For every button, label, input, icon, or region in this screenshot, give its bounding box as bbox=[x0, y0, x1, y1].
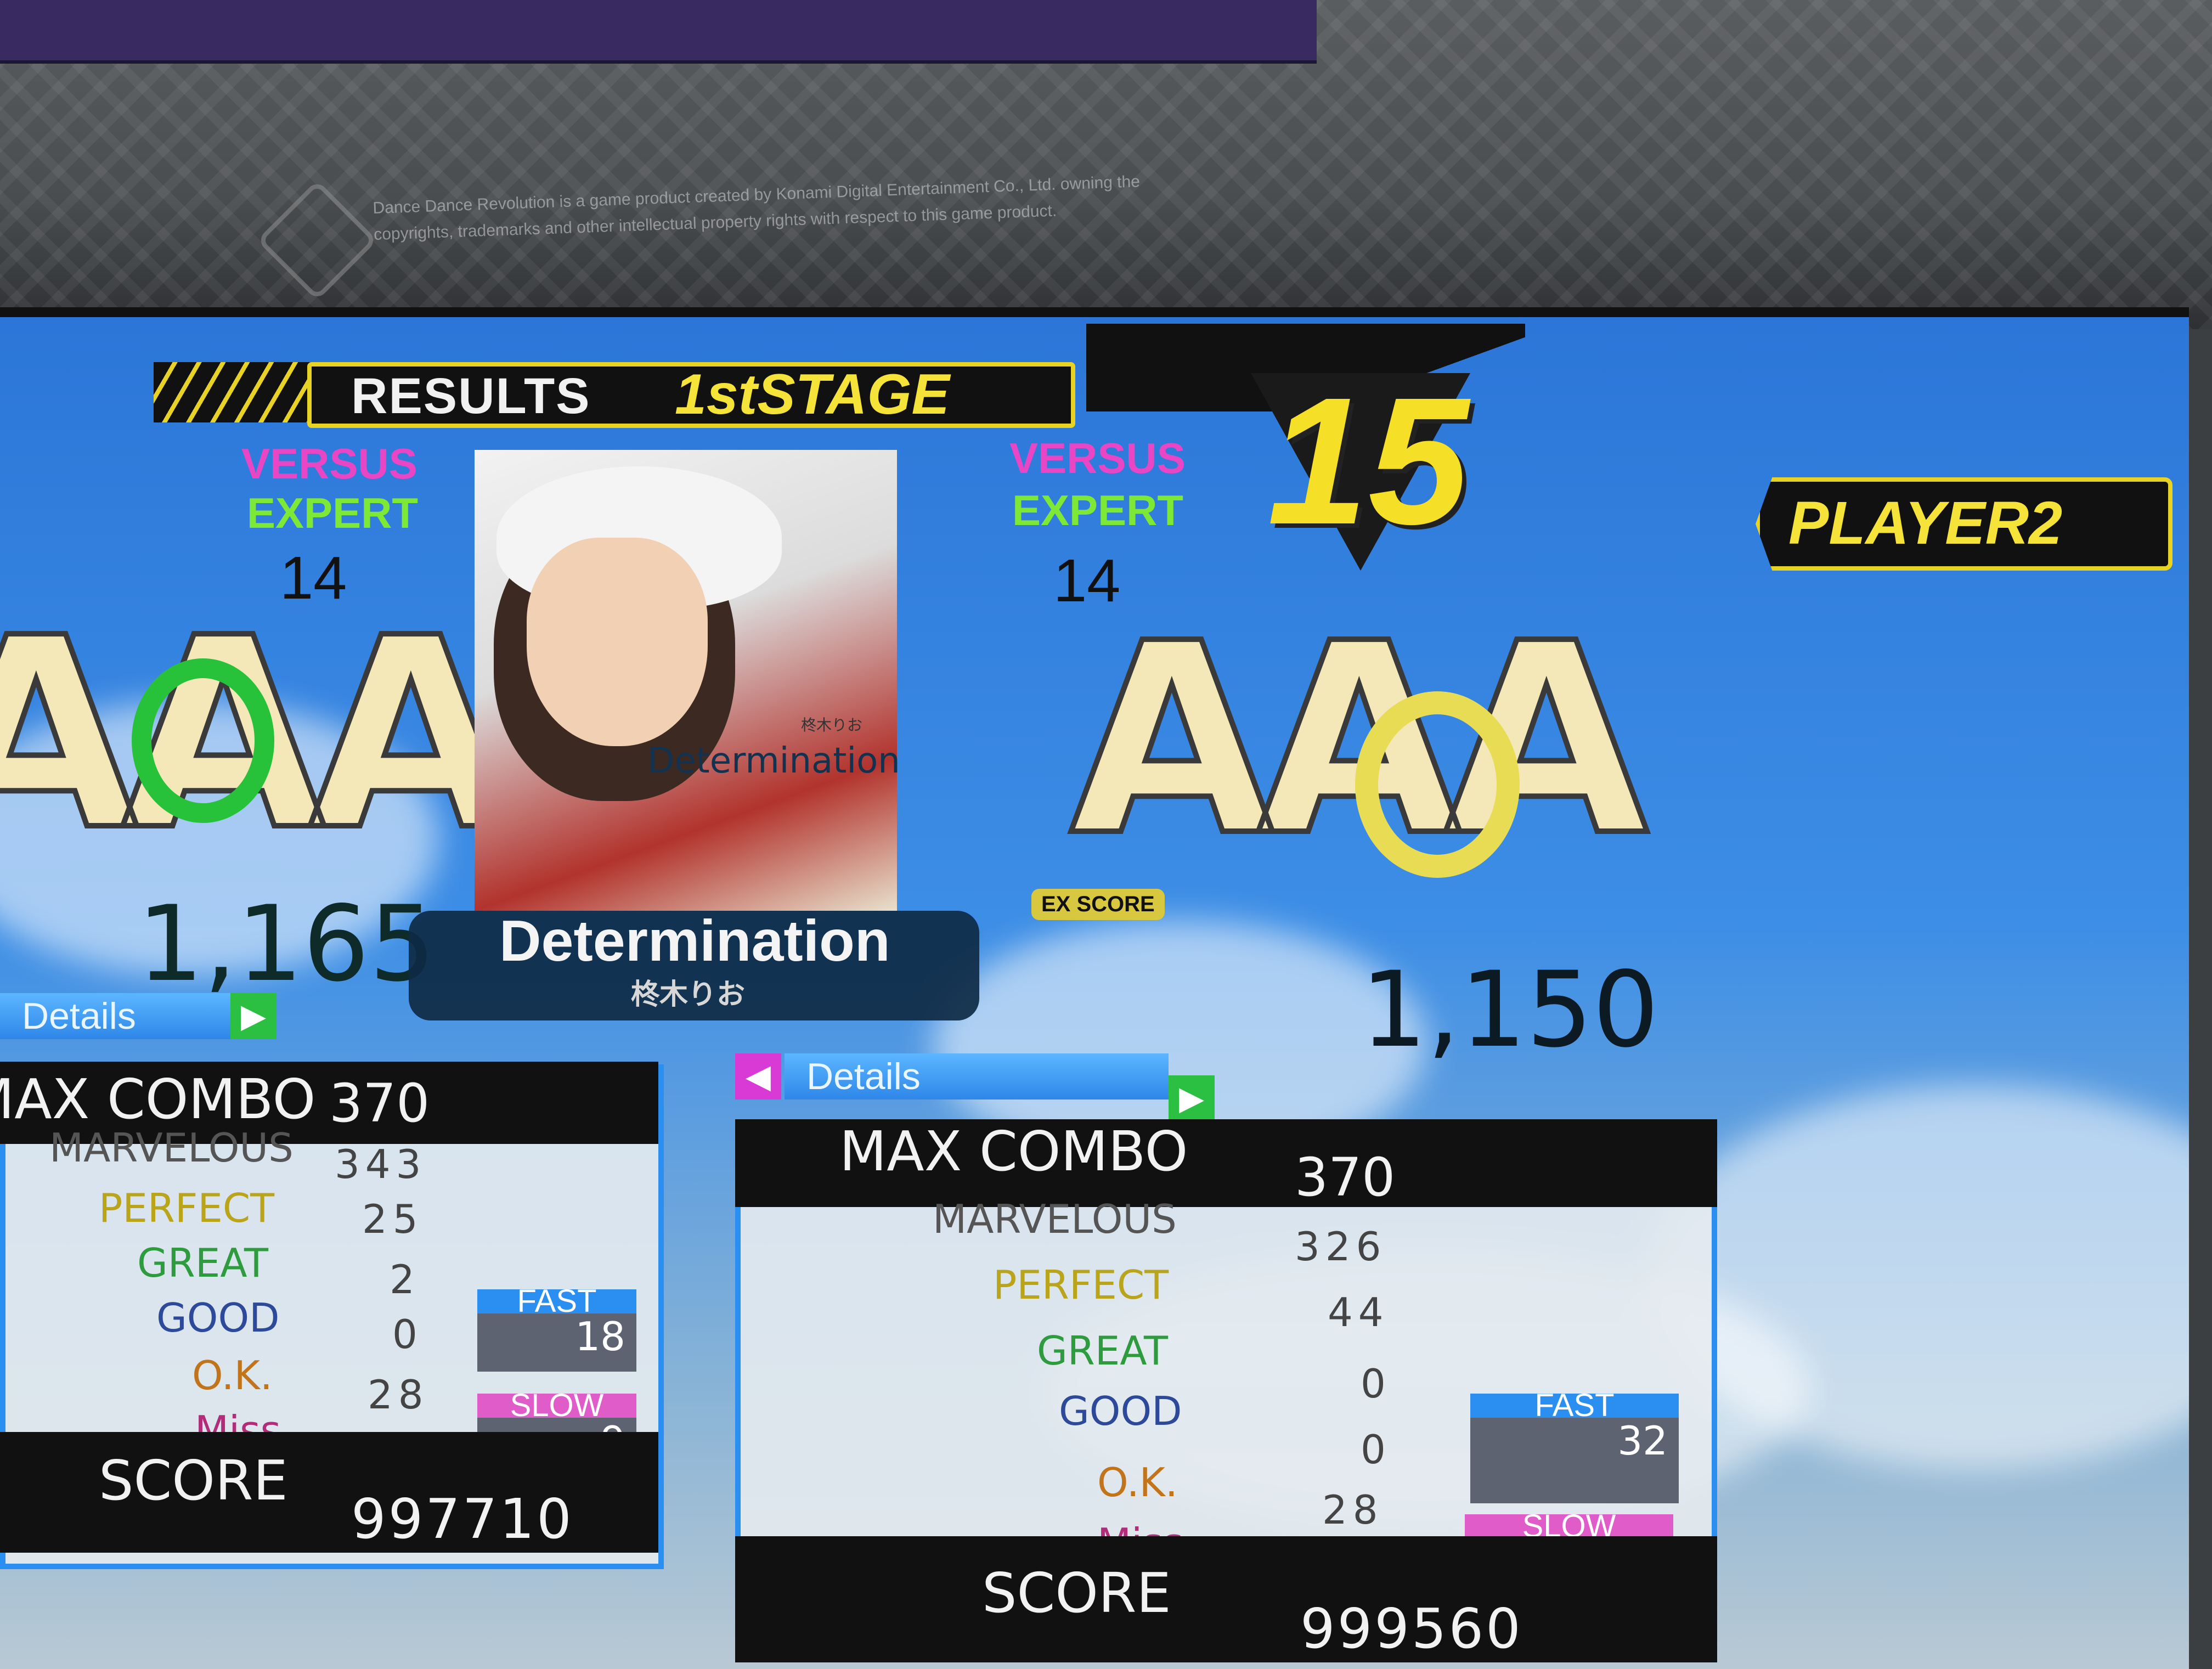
p2-fast-value: 32 bbox=[1617, 1418, 1668, 1464]
p2-judgment-label: GOOD bbox=[1059, 1388, 1182, 1434]
p1-judgment-label: GOOD bbox=[156, 1295, 280, 1341]
ex-score-label: EX SCORE bbox=[1031, 889, 1165, 920]
p1-ex-score: 1,165 bbox=[137, 883, 436, 1005]
p2-details-tab[interactable]: Details bbox=[785, 1053, 1169, 1099]
p2-judgment-value: 28 bbox=[1322, 1487, 1384, 1533]
p2-full-combo-ring-icon bbox=[1355, 691, 1520, 878]
p1-mode-label: VERSUS bbox=[241, 439, 417, 488]
p1-judgment-value: 25 bbox=[362, 1196, 424, 1242]
p1-score-value: 997710 bbox=[351, 1487, 574, 1551]
p2-judgment-value: 0 bbox=[1361, 1426, 1391, 1473]
p2-max-combo-label: MAX COMBO bbox=[839, 1119, 1188, 1183]
p2-difficulty-label: EXPERT bbox=[1012, 486, 1184, 534]
header-stripe-left bbox=[154, 362, 318, 422]
p1-score-label: SCORE bbox=[99, 1448, 288, 1513]
p1-fast-value: 18 bbox=[575, 1313, 625, 1360]
p2-ex-score: 1,150 bbox=[1361, 949, 1659, 1070]
p2-judgment-value: 0 bbox=[1361, 1361, 1391, 1407]
p2-score-bar bbox=[735, 1536, 1717, 1662]
results-label: RESULTS bbox=[351, 368, 591, 424]
p1-fast-label: FAST bbox=[477, 1285, 636, 1317]
p1-judgment-value: 28 bbox=[368, 1372, 429, 1418]
p2-fast-label: FAST bbox=[1470, 1390, 1679, 1422]
p1-details-next-arrow-icon[interactable]: ▶ bbox=[230, 993, 276, 1039]
p2-slow-label: SLOW bbox=[1465, 1510, 1673, 1542]
p1-difficulty-label: EXPERT bbox=[247, 489, 419, 537]
p2-details-next-arrow-icon[interactable]: ▶ bbox=[1169, 1075, 1215, 1121]
p2-details-prev-arrow-icon[interactable]: ◀ bbox=[735, 1053, 781, 1099]
p1-judgment-label: MARVELOUS bbox=[49, 1125, 294, 1171]
p1-max-combo-label: MAX COMBO bbox=[0, 1067, 316, 1131]
p2-judgment-label: MARVELOUS bbox=[933, 1196, 1177, 1242]
jacket-artist-text: 柊木りお bbox=[801, 717, 863, 734]
p1-fast-box: FAST 18 bbox=[477, 1285, 636, 1372]
jacket-title-text: Determination bbox=[647, 741, 900, 781]
p1-judgment-value: 0 bbox=[392, 1311, 423, 1357]
p2-grade: AAA bbox=[1067, 584, 1651, 896]
p2-judgment-value: 326 bbox=[1295, 1223, 1387, 1270]
p1-judgment-label: GREAT bbox=[137, 1240, 268, 1286]
p1-judgment-value: 2 bbox=[390, 1256, 420, 1303]
jacket-face-shape bbox=[527, 538, 708, 746]
p1-full-combo-ring-icon bbox=[132, 658, 274, 823]
p1-max-combo-value: 370 bbox=[329, 1073, 430, 1134]
stage-label: 1stSTAGE bbox=[675, 363, 950, 426]
p1-details-tab[interactable]: Details bbox=[0, 993, 230, 1039]
p1-judgment-value: 343 bbox=[335, 1141, 427, 1187]
p2-score-value: 999560 bbox=[1300, 1597, 1523, 1661]
p2-judgment-label: GREAT bbox=[1037, 1328, 1168, 1374]
p1-slow-label: SLOW bbox=[477, 1390, 636, 1422]
p2-mode-label: VERSUS bbox=[1009, 434, 1186, 482]
cabinet-top-strip bbox=[0, 0, 1317, 64]
p2-score-label: SCORE bbox=[982, 1561, 1171, 1625]
p2-fast-box: FAST 32 bbox=[1470, 1390, 1679, 1503]
player2-label: PLAYER2 bbox=[1788, 489, 2063, 557]
p1-judgment-label: PERFECT bbox=[99, 1185, 275, 1231]
p2-judgment-label: PERFECT bbox=[993, 1262, 1169, 1308]
p1-judgment-label: O.K. bbox=[192, 1352, 273, 1399]
chart-level-number: 15 bbox=[1267, 359, 1469, 562]
p2-judgment-label: O.K. bbox=[1097, 1459, 1178, 1506]
song-title: Determination bbox=[499, 909, 890, 973]
p2-judgment-value: 44 bbox=[1328, 1289, 1389, 1335]
song-artist: 柊木りお bbox=[631, 979, 746, 1011]
p2-max-combo-value: 370 bbox=[1295, 1147, 1396, 1208]
